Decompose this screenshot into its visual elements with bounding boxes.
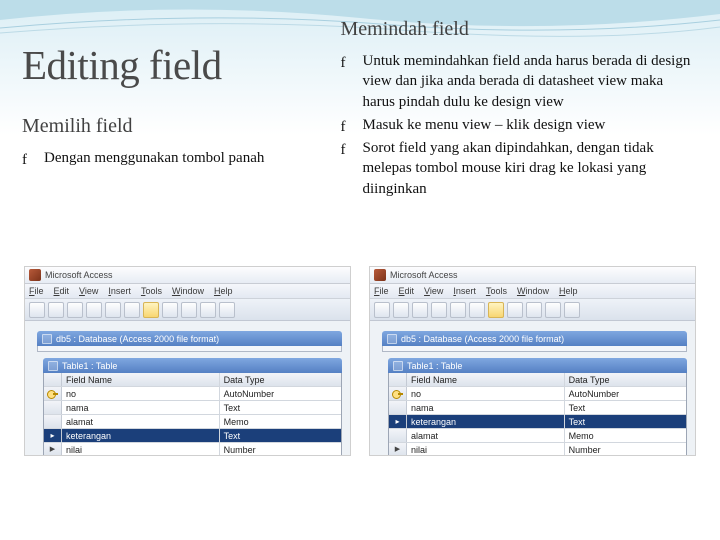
- toolbar-button[interactable]: [219, 302, 235, 318]
- field-row[interactable]: nilai Number: [389, 443, 686, 456]
- toolbar-button[interactable]: [412, 302, 428, 318]
- menu-edit[interactable]: Edit: [54, 286, 70, 296]
- toolbar-button[interactable]: [431, 302, 447, 318]
- field-grid: Field Name Data Type no AutoNumber nama …: [43, 373, 342, 456]
- screenshot-right: Microsoft Access File Edit View Insert T…: [369, 266, 696, 456]
- field-row[interactable]: nilai Number: [44, 443, 341, 456]
- access-app-icon: [29, 269, 41, 281]
- menubar: File Edit View Insert Tools Window Help: [370, 284, 695, 299]
- field-row[interactable]: no AutoNumber: [44, 387, 341, 401]
- toolbar: [370, 299, 695, 321]
- col-data-type: Data Type: [565, 373, 686, 386]
- db-title: db5 : Database (Access 2000 file format): [56, 334, 219, 344]
- menu-help[interactable]: Help: [214, 286, 233, 296]
- toolbar-button[interactable]: [86, 302, 102, 318]
- toolbar-button[interactable]: [469, 302, 485, 318]
- field-row[interactable]: no AutoNumber: [389, 387, 686, 401]
- toolbar-button[interactable]: [105, 302, 121, 318]
- left-bullet-0: Dengan menggunakan tombol panah: [22, 148, 327, 168]
- col-data-type: Data Type: [220, 373, 341, 386]
- table-design-window: Table1 : Table Field Name Data Type no A…: [388, 358, 687, 456]
- right-bullet-0: Untuk memindahkan field anda harus berad…: [341, 51, 698, 112]
- right-bullet-2: Sorot field yang akan dipindahkan, denga…: [341, 138, 698, 199]
- db-icon: [387, 334, 397, 344]
- menubar: File Edit View Insert Tools Window Help: [25, 284, 350, 299]
- menu-help[interactable]: Help: [559, 286, 578, 296]
- field-row[interactable]: nama Text: [389, 401, 686, 415]
- toolbar-button[interactable]: [48, 302, 64, 318]
- window-titlebar: Microsoft Access: [370, 267, 695, 284]
- row-selector-icon: [44, 429, 62, 442]
- database-window: db5 : Database (Access 2000 file format): [382, 331, 687, 352]
- left-subtitle: Memilih field: [22, 115, 327, 138]
- menu-view[interactable]: View: [424, 286, 443, 296]
- access-app-icon: [374, 269, 386, 281]
- menu-edit[interactable]: Edit: [399, 286, 415, 296]
- table-design-window: Table1 : Table Field Name Data Type no A…: [43, 358, 342, 456]
- table-icon: [48, 361, 58, 371]
- toolbar-button[interactable]: [67, 302, 83, 318]
- window-titlebar: Microsoft Access: [25, 267, 350, 284]
- toolbar-button[interactable]: [162, 302, 178, 318]
- menu-insert[interactable]: Insert: [453, 286, 476, 296]
- field-row-selected[interactable]: keterangan Text: [44, 429, 341, 443]
- toolbar-button[interactable]: [143, 302, 159, 318]
- toolbar-button[interactable]: [545, 302, 561, 318]
- app-title: Microsoft Access: [45, 270, 113, 280]
- col-field-name: Field Name: [62, 373, 220, 386]
- toolbar-button[interactable]: [488, 302, 504, 318]
- app-title: Microsoft Access: [390, 270, 458, 280]
- row-selector-icon: [389, 415, 407, 428]
- right-bullet-1: Masuk ke menu view – klik design view: [341, 115, 698, 135]
- toolbar-button[interactable]: [124, 302, 140, 318]
- menu-window[interactable]: Window: [517, 286, 549, 296]
- field-row[interactable]: alamat Memo: [44, 415, 341, 429]
- toolbar-button[interactable]: [29, 302, 45, 318]
- menu-insert[interactable]: Insert: [108, 286, 131, 296]
- primary-key-icon: [44, 387, 62, 400]
- field-row[interactable]: alamat Memo: [389, 429, 686, 443]
- right-bullet-list: Untuk memindahkan field anda harus berad…: [341, 51, 698, 199]
- current-row-icon: [389, 443, 407, 456]
- menu-file[interactable]: File: [374, 286, 389, 296]
- table-icon: [393, 361, 403, 371]
- toolbar-button[interactable]: [526, 302, 542, 318]
- toolbar-button[interactable]: [181, 302, 197, 318]
- toolbar-button[interactable]: [374, 302, 390, 318]
- menu-tools[interactable]: Tools: [486, 286, 507, 296]
- left-bullet-list: Dengan menggunakan tombol panah: [22, 148, 327, 168]
- primary-key-icon: [389, 387, 407, 400]
- db-icon: [42, 334, 52, 344]
- toolbar-button[interactable]: [507, 302, 523, 318]
- menu-file[interactable]: File: [29, 286, 44, 296]
- field-grid: Field Name Data Type no AutoNumber nama …: [388, 373, 687, 456]
- right-subtitle: Memindah field: [341, 18, 698, 41]
- toolbar-button[interactable]: [200, 302, 216, 318]
- main-title: Editing field: [22, 44, 327, 87]
- screenshot-left: Microsoft Access File Edit View Insert T…: [24, 266, 351, 456]
- toolbar-button[interactable]: [564, 302, 580, 318]
- current-row-icon: [44, 443, 62, 456]
- field-row[interactable]: nama Text: [44, 401, 341, 415]
- field-row-selected[interactable]: keterangan Text: [389, 415, 686, 429]
- menu-window[interactable]: Window: [172, 286, 204, 296]
- menu-tools[interactable]: Tools: [141, 286, 162, 296]
- table-title: Table1 : Table: [62, 361, 117, 371]
- toolbar: [25, 299, 350, 321]
- toolbar-button[interactable]: [450, 302, 466, 318]
- table-title: Table1 : Table: [407, 361, 462, 371]
- menu-view[interactable]: View: [79, 286, 98, 296]
- col-field-name: Field Name: [407, 373, 565, 386]
- db-title: db5 : Database (Access 2000 file format): [401, 334, 564, 344]
- toolbar-button[interactable]: [393, 302, 409, 318]
- database-window: db5 : Database (Access 2000 file format): [37, 331, 342, 352]
